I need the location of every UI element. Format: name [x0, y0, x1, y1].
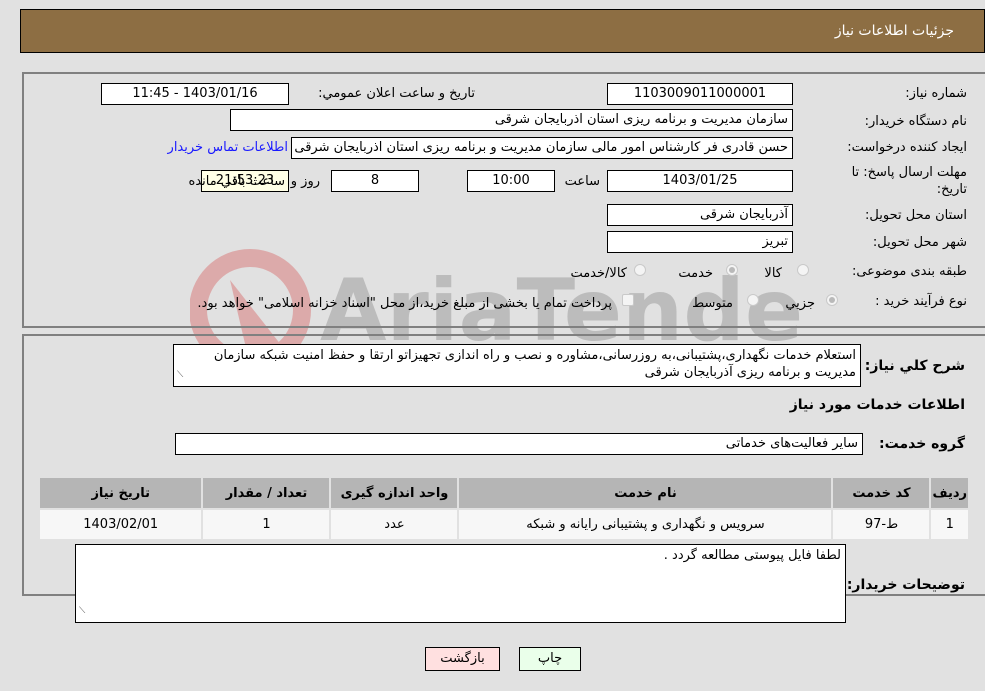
- back-button[interactable]: بازگشت: [425, 647, 500, 671]
- description-textarea[interactable]: استعلام خدمات نگهداری،پشتیبانی،به روزرسا…: [173, 344, 861, 387]
- category-service-radio[interactable]: [726, 264, 738, 276]
- service-group-field: سایر فعالیت‌های خدماتی: [175, 433, 863, 455]
- buyer-org-field: سازمان مدیریت و برنامه ریزی استان اذربای…: [230, 109, 793, 131]
- deadline-time-label: ساعت: [564, 174, 600, 189]
- delivery-province-label: استان محل تحویل:: [865, 208, 967, 223]
- buyer-notes-label: توضيحات خريدار:: [846, 577, 965, 593]
- purchase-type-minor-label: جزيي: [785, 296, 815, 311]
- delivery-province-field: آذربایجان شرقی: [607, 204, 793, 226]
- cell-quantity: 1: [201, 508, 332, 541]
- announce-datetime-field: 1403/01/16 - 11:45: [101, 83, 289, 105]
- service-group-label: گروه خدمت:: [879, 436, 965, 452]
- category-goods-label: کالا: [764, 266, 782, 281]
- cell-service-code: ط-97: [831, 508, 932, 541]
- col-header-row-number: رديف: [929, 476, 970, 510]
- description-label: شرح كلي نياز:: [864, 358, 965, 374]
- purchase-type-minor-radio[interactable]: [826, 294, 838, 306]
- delivery-city-field: تبریز: [607, 231, 793, 253]
- buyer-contact-link[interactable]: اطلاعات تماس خريدار: [168, 140, 288, 155]
- category-goods-service-label: کالا/خدمت: [570, 266, 627, 281]
- resize-grip-icon[interactable]: ⟋: [79, 603, 85, 620]
- col-header-service-name: نام خدمت: [457, 476, 834, 510]
- delivery-city-label: شهر محل تحویل:: [872, 235, 967, 250]
- remaining-time-label: ساعت باقي مانده: [188, 174, 285, 189]
- need-number-label: شماره نیاز:: [905, 86, 967, 101]
- treasury-payment-note: پرداخت تمام یا بخشی از مبلغ خرید،از محل …: [197, 296, 612, 311]
- treasury-payment-checkbox[interactable]: [622, 294, 634, 306]
- purchase-type-medium-radio[interactable]: [747, 294, 759, 306]
- resize-grip-icon[interactable]: ⟋: [177, 367, 183, 384]
- col-header-quantity: تعداد / مقدار: [201, 476, 332, 510]
- remaining-days-field: 8: [331, 170, 419, 192]
- deadline-time-field: 10:00: [467, 170, 555, 192]
- deadline-label: مهلت ارسال پاسخ: تا تاریخ:: [851, 165, 967, 197]
- announce-datetime-label: تاریخ و ساعت اعلان عمومي:: [318, 86, 475, 101]
- requester-label: ايجاد کننده درخواست:: [847, 140, 967, 155]
- cell-need-date: 1403/02/01: [37, 508, 204, 541]
- table-header-row: رديف کد خدمت نام خدمت واحد اندازه گيری ت…: [37, 476, 970, 510]
- purchase-type-medium-label: متوسط: [692, 296, 733, 311]
- services-section-title: اطلاعات خدمات مورد نياز: [789, 397, 965, 413]
- purchase-type-label: نوع فرآيند خريد :: [875, 294, 967, 309]
- col-header-need-date: تاريخ نياز: [37, 476, 204, 510]
- requester-field: حسن قادری فر کارشناس امور مالی سازمان مد…: [291, 137, 793, 159]
- days-label: روز و: [290, 174, 320, 189]
- table-row: 1 ط-97 سرویس و نگهداری و پشتیبانی رایانه…: [37, 508, 970, 541]
- category-goods-service-radio[interactable]: [634, 264, 646, 276]
- cell-row-number: 1: [929, 508, 970, 541]
- need-number-field: 1103009011000001: [607, 83, 793, 105]
- cell-service-name: سرویس و نگهداری و پشتیبانی رایانه و شبکه: [457, 508, 834, 541]
- page-title: جزئیات اطلاعات نیاز: [834, 23, 954, 39]
- category-service-label: خدمت: [678, 266, 713, 281]
- page-header: جزئیات اطلاعات نیاز: [20, 9, 985, 53]
- deadline-date-field: 1403/01/25: [607, 170, 793, 192]
- services-table: رديف کد خدمت نام خدمت واحد اندازه گيری ت…: [37, 476, 970, 541]
- description-text: استعلام خدمات نگهداری،پشتیبانی،به روزرسا…: [213, 348, 856, 380]
- print-button[interactable]: چاپ: [519, 647, 581, 671]
- buyer-org-label: نام دستگاه خريدار:: [864, 114, 967, 129]
- category-label: طبقه بندی موضوعی:: [851, 264, 967, 279]
- col-header-service-code: کد خدمت: [831, 476, 932, 510]
- buyer-notes-text: لطفا فایل پیوستی مطالعه گردد .: [663, 548, 841, 563]
- col-header-unit: واحد اندازه گيری: [329, 476, 460, 510]
- category-goods-radio[interactable]: [797, 264, 809, 276]
- cell-unit: عدد: [329, 508, 460, 541]
- buyer-notes-textarea[interactable]: لطفا فایل پیوستی مطالعه گردد . ⟋: [75, 544, 846, 623]
